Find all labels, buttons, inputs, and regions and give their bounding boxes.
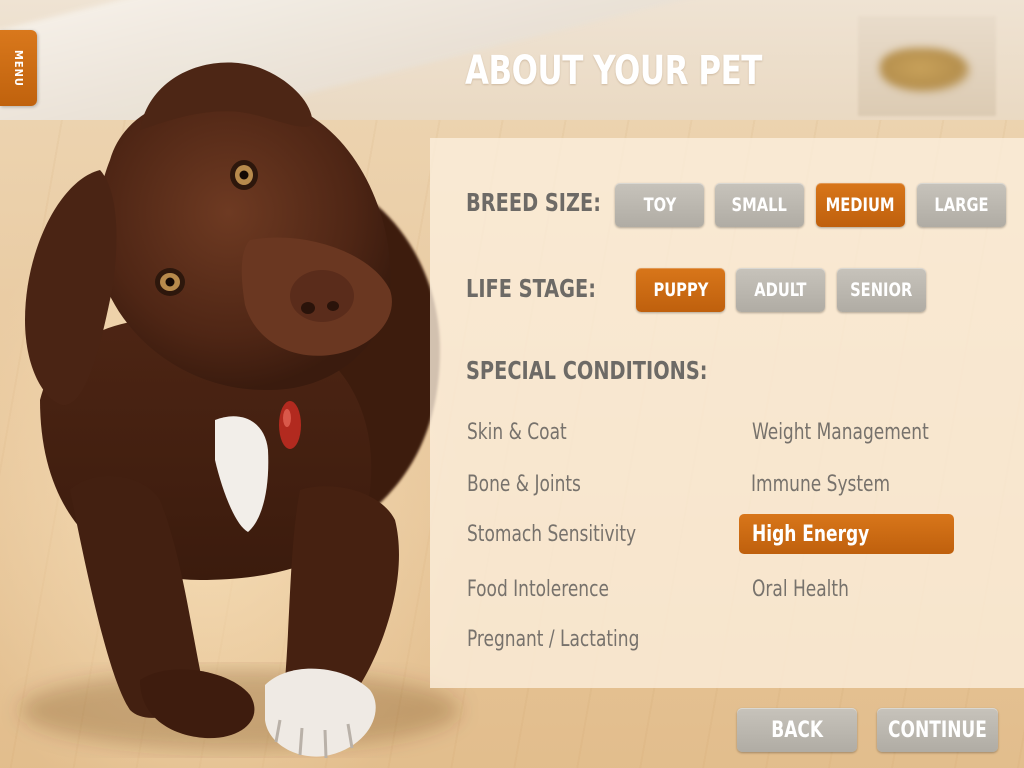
menu-tab-button[interactable]: MENU <box>0 30 37 106</box>
life-stage-adult-button[interactable]: ADULT <box>736 268 825 312</box>
condition-pregnant-lactating[interactable]: Pregnant / Lactating <box>467 619 667 659</box>
thumbnail-blob <box>880 48 970 92</box>
condition-immune-system[interactable]: Immune System <box>751 464 913 504</box>
life-stage-senior-button[interactable]: SENIOR <box>837 268 926 312</box>
condition-stomach-sensitivity[interactable]: Stomach Sensitivity <box>467 514 664 554</box>
breed-size-small-button[interactable]: SMALL <box>715 183 804 227</box>
condition-oral-health[interactable]: Oral Health <box>752 569 865 609</box>
special-conditions-label: SPECIAL CONDITIONS: <box>466 356 708 385</box>
life-stage-puppy-button[interactable]: PUPPY <box>636 268 725 312</box>
condition-weight-management[interactable]: Weight Management <box>752 412 958 452</box>
breed-size-large-button[interactable]: LARGE <box>917 183 1006 227</box>
condition-high-energy[interactable]: High Energy <box>739 514 954 554</box>
life-stage-label: LIFE STAGE: <box>466 274 596 303</box>
breed-size-label: BREED SIZE: <box>466 188 601 217</box>
menu-label: MENU <box>12 49 25 87</box>
breed-size-medium-button[interactable]: MEDIUM <box>816 183 905 227</box>
condition-skin-coat[interactable]: Skin & Coat <box>467 412 583 452</box>
dog-photo <box>20 62 460 759</box>
back-button[interactable]: BACK <box>737 708 857 752</box>
condition-food-intolerence[interactable]: Food Intolerence <box>467 569 632 609</box>
condition-bone-joints[interactable]: Bone & Joints <box>467 464 599 504</box>
food-thumbnail-image[interactable] <box>858 16 996 116</box>
page-title: ABOUT YOUR PET <box>465 48 762 94</box>
continue-button[interactable]: CONTINUE <box>877 708 998 752</box>
pet-options-panel: BREED SIZE: TOY SMALL MEDIUM LARGE LIFE … <box>430 138 1024 688</box>
breed-size-toy-button[interactable]: TOY <box>615 183 704 227</box>
